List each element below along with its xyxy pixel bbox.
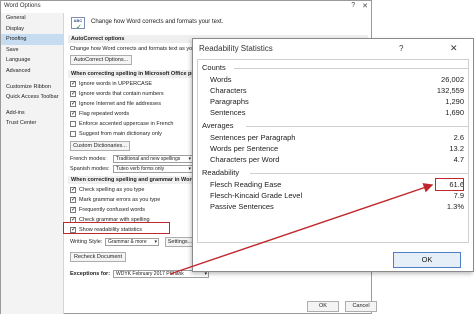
stat-value: 2.6: [453, 133, 464, 142]
stat-label: Flesch Reading Ease: [210, 180, 282, 189]
ok-button[interactable]: OK: [393, 252, 461, 268]
autocorrect-description: Change how Word corrects and formats tex…: [70, 46, 209, 52]
option-main-dictionary[interactable]: Suggest from main dictionary only: [70, 130, 162, 138]
option-ignore-numbers[interactable]: Ignore words that contain numbers: [70, 90, 164, 98]
cancel-button[interactable]: Cancel: [345, 301, 377, 312]
stat-value: 1,690: [445, 108, 464, 117]
stat-value: 4.7: [453, 155, 464, 164]
option-ignore-uppercase[interactable]: Ignore words in UPPERCASE: [70, 80, 152, 88]
stat-label: Characters per Word: [210, 155, 280, 164]
ok-button[interactable]: OK: [307, 301, 339, 312]
checkmark-icon: ✓: [76, 24, 82, 31]
window-title: Word Options: [4, 3, 41, 9]
sidebar-item-customize-ribbon[interactable]: Customize Ribbon: [1, 82, 63, 93]
french-modes-select[interactable]: Traditional and new spellings ▾: [113, 155, 193, 163]
stat-value: 7.9: [453, 191, 464, 200]
autocorrect-options-button[interactable]: AutoCorrect Options...: [70, 55, 132, 65]
stat-label: Passive Sentences: [210, 202, 274, 211]
sidebar-item-trust-center[interactable]: Trust Center: [1, 118, 63, 129]
close-button[interactable]: ✕: [450, 43, 458, 54]
writing-style-select[interactable]: Grammar & more ▾: [105, 238, 159, 246]
checkbox[interactable]: [70, 206, 76, 213]
help-button[interactable]: ?: [399, 44, 403, 53]
stat-value: 26,002: [441, 75, 464, 84]
help-button[interactable]: ?: [351, 2, 355, 10]
statistics-panel: Counts Words 26,002 Characters 132,559 P…: [197, 59, 469, 243]
option-check-spelling[interactable]: Check spelling as you type: [70, 186, 144, 194]
checkbox[interactable]: [70, 186, 76, 193]
section-averages: Averages: [202, 121, 234, 130]
writing-style-label: Writing Style:: [70, 239, 103, 245]
checkbox[interactable]: [70, 121, 76, 127]
stat-label: Sentences: [210, 108, 246, 117]
sidebar-item-display[interactable]: Display: [1, 24, 63, 35]
panel-description: Change how Word corrects and formats you…: [91, 19, 224, 25]
sidebar-item-quick-access-toolbar[interactable]: Quick Access Toolbar: [1, 92, 63, 103]
stat-label: Words: [210, 75, 232, 84]
option-ignore-internet[interactable]: Ignore Internet and file addresses: [70, 100, 161, 108]
exceptions-label: Exceptions for:: [70, 271, 111, 277]
settings-button[interactable]: Settings...: [165, 237, 195, 247]
section-readability: Readability: [202, 168, 240, 177]
stat-label: Words per Sentence: [210, 144, 279, 153]
chevron-down-icon: ▾: [154, 239, 157, 245]
dialog-footer: OK Cancel: [65, 297, 377, 314]
french-modes-label: French modes:: [70, 156, 107, 162]
custom-dictionaries-button[interactable]: Custom Dictionaries...: [70, 141, 130, 151]
option-french-uppercase[interactable]: Enforce accented uppercase in French: [70, 120, 173, 128]
flesch-value-highlight: [435, 178, 464, 191]
chevron-down-icon: ▾: [188, 156, 191, 162]
spanish-modes-select[interactable]: Tuteo verb forms only ▾: [113, 165, 193, 173]
option-mark-grammar[interactable]: Mark grammar errors as you type: [70, 196, 160, 204]
sidebar-item-save[interactable]: Save: [1, 45, 63, 56]
chevron-down-icon: ▾: [188, 166, 191, 172]
close-button[interactable]: ✕: [362, 2, 368, 10]
stat-label: Characters: [210, 86, 247, 95]
option-confused-words[interactable]: Frequently confused words: [70, 206, 145, 214]
spanish-modes-label: Spanish modes:: [70, 166, 110, 172]
section-counts: Counts: [202, 63, 226, 72]
stat-label: Sentences per Paragraph: [210, 133, 296, 142]
stat-label: Paragraphs: [210, 97, 249, 106]
stat-value: 13.2: [449, 144, 464, 153]
checkbox[interactable]: [70, 100, 76, 107]
checkbox[interactable]: [70, 110, 76, 117]
recheck-document-button[interactable]: Recheck Document: [70, 252, 126, 262]
readability-statistics-dialog: Readability Statistics ? ✕ Counts Words …: [192, 38, 474, 272]
dialog-title: Readability Statistics: [199, 44, 273, 53]
sidebar-item-add-ins[interactable]: Add-ins: [1, 108, 63, 119]
stat-value: 132,559: [436, 86, 464, 95]
sidebar-item-advanced[interactable]: Advanced: [1, 66, 63, 77]
checkbox[interactable]: [70, 196, 76, 203]
stat-value: 1,290: [445, 97, 464, 106]
checkbox[interactable]: [70, 80, 76, 87]
checkbox[interactable]: [70, 131, 76, 137]
sidebar-item-language[interactable]: Language: [1, 55, 63, 66]
stat-label: Flesch-Kincaid Grade Level: [210, 191, 303, 200]
sidebar-item-proofing[interactable]: Proofing: [1, 34, 63, 45]
title-bar: Word Options ? ✕: [1, 1, 371, 13]
stat-value: 1.3%: [446, 202, 464, 211]
sidebar-item-general[interactable]: General: [1, 13, 63, 24]
options-sidebar: General Display Proofing Save Language A…: [1, 13, 64, 314]
readability-option-highlight: [63, 222, 170, 234]
option-flag-repeated[interactable]: Flag repeated words: [70, 110, 129, 118]
checkbox[interactable]: [70, 90, 76, 97]
